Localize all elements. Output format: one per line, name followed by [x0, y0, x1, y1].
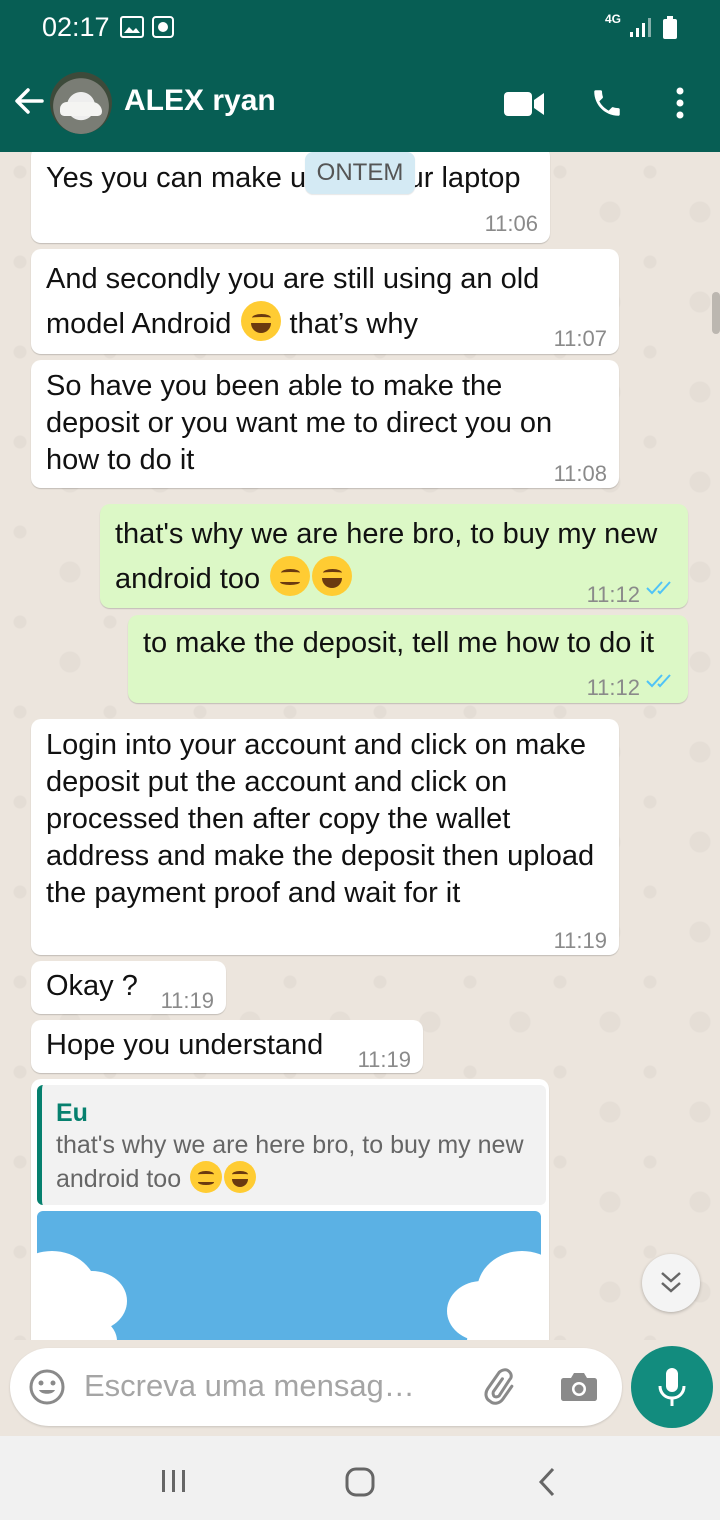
message-text-line: And secondly you are still using an old	[46, 263, 540, 295]
scrollbar-thumb[interactable]	[712, 292, 720, 334]
message-bubble-outgoing[interactable]: to make the deposit, tell me how to do i…	[128, 615, 688, 703]
voice-record-button[interactable]	[631, 1346, 713, 1428]
video-call-icon[interactable]	[504, 90, 544, 118]
tears-of-joy-emoji-icon	[241, 301, 282, 341]
image-attachment[interactable]	[37, 1211, 541, 1340]
message-time: 11:19	[357, 1047, 411, 1072]
camera-icon[interactable]	[560, 1370, 598, 1404]
screen-record-icon	[152, 16, 174, 38]
message-text-line: model Android	[46, 308, 232, 340]
message-input[interactable]: Escreva uma mensag…	[84, 1368, 415, 1404]
quoted-author: Eu	[56, 1099, 88, 1127]
battery-icon	[663, 16, 677, 39]
date-chip: ONTEM	[305, 152, 415, 194]
smirking-face-emoji-icon	[270, 556, 311, 596]
quoted-text-body: that's why we are here bro, to buy my ne…	[56, 1131, 524, 1193]
message-text: And secondly you are still using an old …	[46, 257, 539, 346]
message-text-line: that’s why	[289, 308, 418, 340]
message-text: So have you been able to make the deposi…	[46, 370, 553, 476]
read-receipt-icon	[646, 581, 671, 595]
message-text-line: that's why we are here bro, to buy my ne…	[115, 518, 658, 550]
message-bubble-incoming[interactable]: Login into your account and click on mak…	[31, 719, 619, 955]
message-time: 11:12	[586, 675, 640, 700]
back-nav-icon[interactable]	[537, 1466, 557, 1498]
status-time: 02:17	[42, 12, 110, 42]
attach-icon[interactable]	[482, 1368, 522, 1408]
system-navigation-bar	[0, 1436, 720, 1520]
microphone-icon	[658, 1368, 686, 1406]
message-text: Hope you understand	[46, 1029, 324, 1061]
contact-name[interactable]: ALEX ryan	[124, 84, 276, 118]
message-time: 11:08	[553, 461, 607, 486]
message-text-line: android too	[115, 563, 261, 595]
voice-call-icon[interactable]	[590, 86, 624, 120]
message-text: to make the deposit, tell me how to do i…	[143, 627, 654, 659]
read-receipt-icon	[646, 674, 671, 688]
message-text: Okay ?	[46, 970, 138, 1002]
home-icon[interactable]	[344, 1466, 376, 1498]
message-time: 11:07	[553, 326, 607, 351]
message-time: 11:06	[484, 211, 538, 236]
signal-icon	[630, 18, 651, 37]
double-chevron-down-icon	[661, 1272, 681, 1293]
recent-apps-icon[interactable]	[160, 1468, 188, 1494]
grinning-sweat-emoji-icon	[312, 556, 353, 596]
emoji-icon[interactable]	[28, 1368, 66, 1406]
message-bubble-incoming[interactable]: Yes you can make use of your laptop 11:0…	[31, 152, 550, 243]
reply-message-bubble[interactable]: Eu that's why we are here bro, to buy my…	[31, 1079, 549, 1340]
quoted-text: that's why we are here bro, to buy my ne…	[56, 1129, 526, 1195]
back-arrow-icon[interactable]	[12, 84, 46, 118]
quoted-message[interactable]: Eu that's why we are here bro, to buy my…	[37, 1085, 546, 1205]
message-bubble-incoming[interactable]: Hope you understand 11:19	[31, 1020, 423, 1073]
message-bubble-outgoing[interactable]: that's why we are here bro, to buy my ne…	[100, 504, 688, 608]
message-bubble-incoming[interactable]: So have you been able to make the deposi…	[31, 360, 619, 488]
scroll-to-bottom-button[interactable]	[642, 1254, 700, 1312]
message-time: 11:19	[160, 988, 214, 1013]
message-time: 11:12	[586, 582, 640, 607]
contact-avatar[interactable]	[50, 72, 112, 134]
gallery-icon	[120, 16, 144, 38]
grinning-sweat-emoji-icon	[224, 1161, 257, 1193]
status-bar: 02:17 4G	[0, 0, 720, 54]
message-text: that's why we are here bro, to buy my ne…	[115, 512, 657, 601]
message-composer[interactable]: Escreva uma mensag…	[10, 1348, 622, 1426]
message-text: Yes you can make use of your laptop	[46, 162, 521, 194]
message-bubble-incoming[interactable]: And secondly you are still using an old …	[31, 249, 619, 354]
network-type-label: 4G	[605, 12, 622, 26]
chat-area[interactable]: Yes you can make use of your laptop 11:0…	[0, 152, 720, 1340]
smirking-face-emoji-icon	[190, 1161, 223, 1193]
message-time: 11:19	[553, 928, 607, 953]
more-options-icon[interactable]	[672, 86, 688, 120]
message-bubble-incoming[interactable]: Okay ? 11:19	[31, 961, 226, 1014]
message-text: Login into your account and click on mak…	[46, 729, 595, 909]
chat-header: ALEX ryan	[0, 54, 720, 152]
